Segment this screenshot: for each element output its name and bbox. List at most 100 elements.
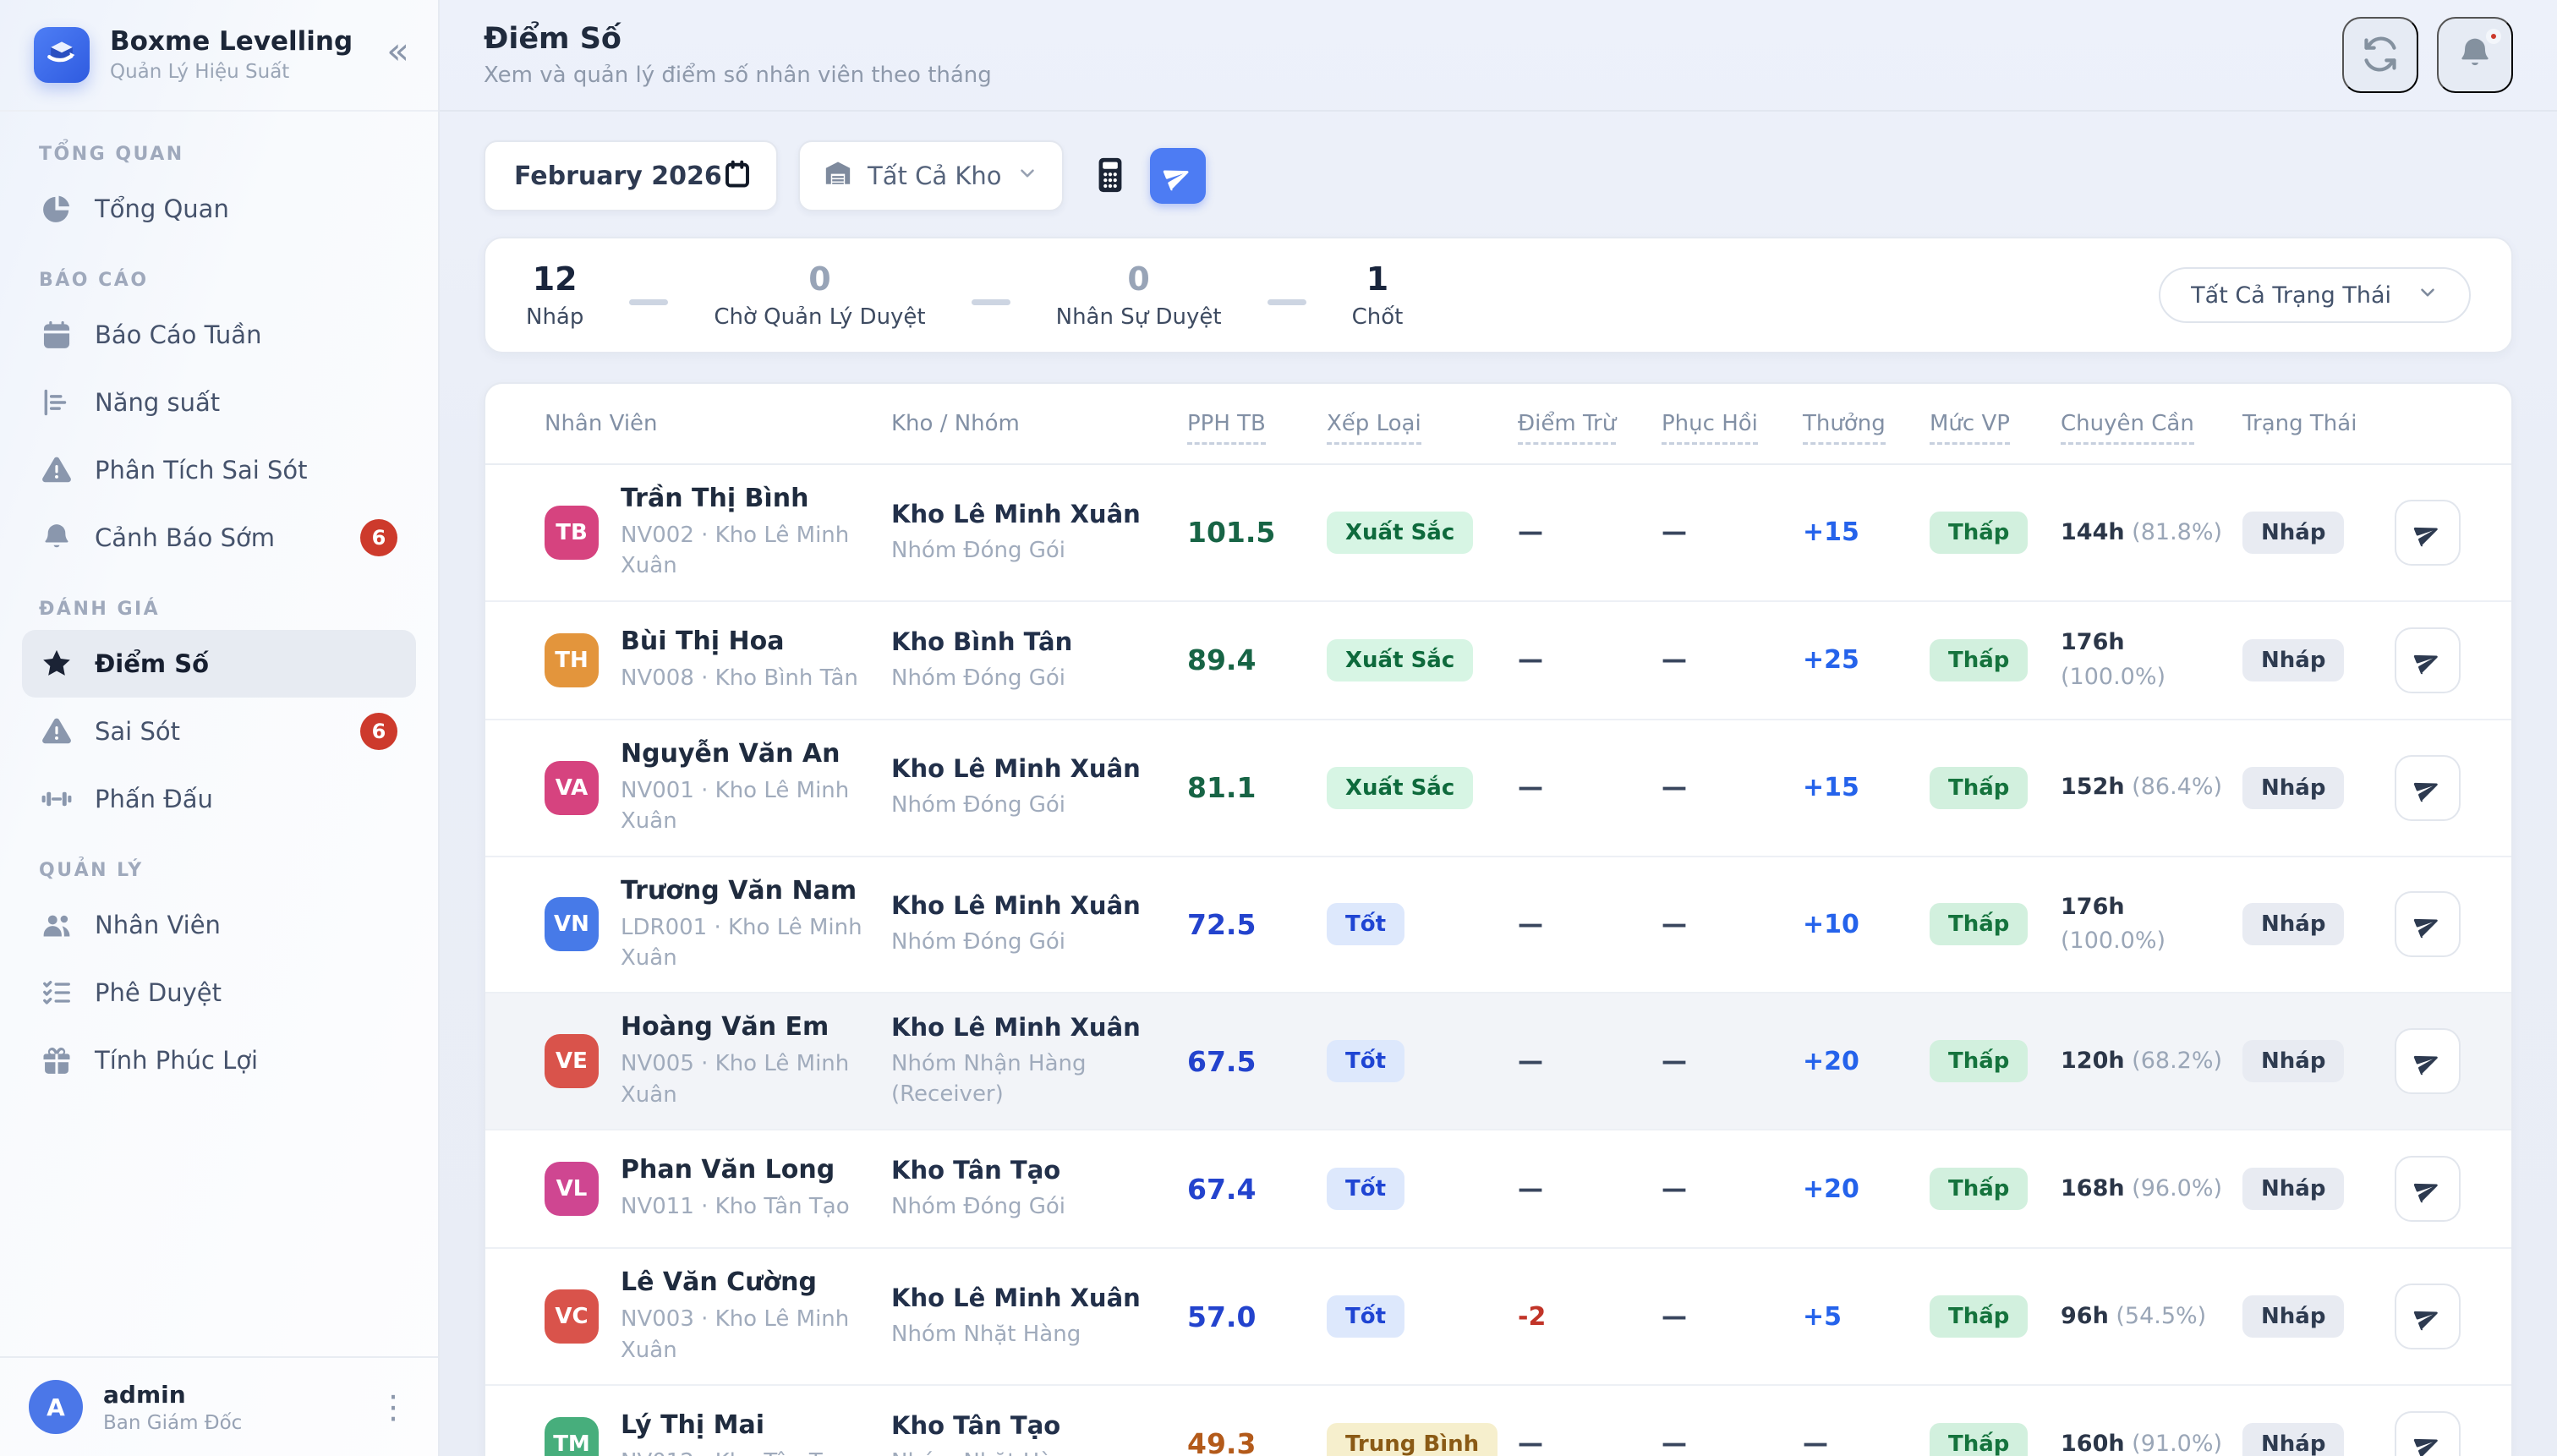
warehouse-name: Kho Bình Tân [891,627,1187,656]
violation-cell: Thấp [1930,903,2061,945]
bonus-value: +25 [1803,645,1930,675]
action-cell [2395,755,2461,821]
employee-name: Phan Văn Long [621,1155,850,1185]
sidebar-header: Boxme Levelling Quản Lý Hiệu Suất « [0,0,438,112]
violation-cell: Thấp [1930,1423,2061,1456]
submit-row-button[interactable] [2395,500,2461,566]
table-row[interactable]: VLPhan Văn LongNV011 · Kho Tân TạoKho Tâ… [485,1130,2511,1249]
user-role: Ban Giám Đốc [103,1412,242,1434]
warehouse-cell: Kho Lê Minh XuânNhóm Nhặt Hàng [891,1284,1187,1349]
user-avatar: A [29,1380,83,1434]
deduction-value: — [1518,1047,1662,1076]
grade-badge: Tốt [1327,1040,1404,1082]
sidebar-item-phan-dau[interactable]: Phấn Đấu [22,765,416,833]
app-root: Boxme Levelling Quản Lý Hiệu Suất « TỔNG… [0,0,2557,1456]
attendance-cell: 176h (100.0%) [2061,890,2234,959]
table-row[interactable]: TMLý Thị MaiNV012 · Kho Tân TạoKho Tân T… [485,1386,2511,1456]
table-row[interactable]: VCLê Văn CườngNV003 · Kho Lê Minh XuânKh… [485,1249,2511,1386]
sidebar-item-phe-duyet[interactable]: Phê Duyệt [22,959,416,1026]
sidebar-item-bao-cao-tuan[interactable]: Báo Cáo Tuần [22,301,416,369]
notification-badge: 6 [360,519,397,556]
col-header-xep-loai[interactable]: Xếp Loại [1327,411,1518,436]
recovery-value: — [1662,517,1803,547]
col-header-phuc-hoi[interactable]: Phục Hồi [1662,411,1803,436]
status-cell: Nháp [2242,1168,2395,1210]
col-header-muc-vp[interactable]: Mức VP [1930,411,2061,436]
submit-row-button[interactable] [2395,1411,2461,1456]
action-cell [2395,627,2461,693]
stat-nhap: 12Nháp [526,260,583,330]
group-name: Nhóm Đóng Gói [891,790,1145,820]
grade-cell: Tốt [1327,1168,1518,1210]
group-name: Nhóm Đóng Gói [891,1191,1145,1222]
sidebar-item-nang-suat[interactable]: Năng suất [22,369,416,436]
pph-value: 72.5 [1187,908,1327,941]
send-icon [2414,775,2441,802]
notifications-button[interactable] [2437,17,2513,93]
stat-cho-quan-ly-duyet: 0Chờ Quản Lý Duyệt [714,260,925,330]
stat-nhan-su-duyet: 0Nhân Sự Duyệt [1056,260,1222,330]
calculate-button[interactable] [1091,153,1130,200]
status-badge: Nháp [2242,512,2344,554]
pph-value: 49.3 [1187,1427,1327,1456]
col-header-chuyen-can[interactable]: Chuyên Cần [2061,411,2242,436]
deduction-value: — [1518,1429,1662,1456]
nav-section-label: ĐÁNH GIÁ [39,599,416,620]
grade-badge: Trung Bình [1327,1423,1498,1456]
sidebar-collapse-icon[interactable]: « [386,33,409,77]
employee-name: Lý Thị Mai [621,1410,850,1440]
sidebar-item-tinh-phuc-loi[interactable]: Tính Phúc Lợi [22,1026,416,1094]
submit-all-button[interactable] [1150,148,1206,204]
submit-row-button[interactable] [2395,755,2461,821]
table-row[interactable]: THBùi Thị HoaNV008 · Kho Bình TânKho Bìn… [485,602,2511,720]
warehouse-filter[interactable]: Tất Cả Kho [798,140,1064,211]
grade-badge: Xuất Sắc [1327,767,1473,809]
sidebar-item-nhan-vien[interactable]: Nhân Viên [22,891,416,959]
recovery-value: — [1662,1174,1803,1204]
col-header-pph-tb[interactable]: PPH TB [1187,411,1327,436]
col-header-thuong[interactable]: Thưởng [1803,411,1930,436]
recovery-value: — [1662,1302,1803,1332]
status-cell: Nháp [2242,767,2395,809]
sidebar-item-canh-bao-som[interactable]: Cảnh Báo Sớm6 [22,504,416,572]
warehouse-cell: Kho Tân TạoNhóm Nhặt Hàng [891,1411,1187,1456]
grade-badge: Xuất Sắc [1327,512,1473,554]
grade-badge: Xuất Sắc [1327,639,1473,681]
warehouse-cell: Kho Lê Minh XuânNhóm Đóng Gói [891,891,1187,957]
send-icon [2414,647,2441,674]
table-row[interactable]: VEHoàng Văn EmNV005 · Kho Lê Minh XuânKh… [485,993,2511,1130]
employee-cell: THBùi Thị HoaNV008 · Kho Bình Tân [545,627,891,693]
employee-id: NV012 · Kho Tân Tạo [621,1447,850,1456]
refresh-button[interactable] [2342,17,2418,93]
sidebar-item-sai-sot[interactable]: Sai Sót6 [22,698,416,765]
attendance-cell: 176h (100.0%) [2061,626,2234,694]
employee-cell: VANguyễn Văn AnNV001 · Kho Lê Minh Xuân [545,739,891,837]
nav-section-label: BÁO CÁO [39,270,416,291]
employee-meta: Bùi Thị HoaNV008 · Kho Bình Tân [621,627,858,693]
attendance-hours: 176h [2061,629,2125,655]
submit-row-button[interactable] [2395,1156,2461,1222]
send-icon [1164,161,1192,190]
status-filter[interactable]: Tất Cả Trạng Thái [2159,267,2471,323]
submit-row-button[interactable] [2395,1028,2461,1094]
submit-row-button[interactable] [2395,627,2461,693]
sidebar-item-tong-quan[interactable]: Tổng Quan [22,175,416,243]
table-row[interactable]: VANguyễn Văn AnNV001 · Kho Lê Minh XuânK… [485,720,2511,857]
submit-row-button[interactable] [2395,1284,2461,1349]
violation-cell: Thấp [1930,639,2061,681]
status-cell: Nháp [2242,1040,2395,1082]
table-row[interactable]: TBTrần Thị BìnhNV002 · Kho Lê Minh XuânK… [485,465,2511,602]
col-header-nhan-vien: Nhân Viên [545,411,891,436]
month-picker[interactable]: February 2026 [484,140,778,211]
employee-id: NV008 · Kho Bình Tân [621,663,858,693]
bell-icon [41,522,73,554]
submit-row-button[interactable] [2395,891,2461,957]
user-menu-kebab-icon[interactable]: ⋮ [377,1388,409,1426]
attendance-percent: (91.0%) [2125,1431,2222,1456]
table-row[interactable]: VNTrương Văn NamLDR001 · Kho Lê Minh Xuâ… [485,857,2511,994]
col-header-diem-tru[interactable]: Điểm Trừ [1518,411,1662,436]
sidebar-item-phan-tich-sai-sot[interactable]: Phân Tích Sai Sót [22,436,416,504]
employee-meta: Hoàng Văn EmNV005 · Kho Lê Minh Xuân [621,1012,891,1110]
sidebar-item-diem-so[interactable]: Điểm Số [22,630,416,698]
status-filter-value: Tất Cả Trạng Thái [2191,282,2391,309]
